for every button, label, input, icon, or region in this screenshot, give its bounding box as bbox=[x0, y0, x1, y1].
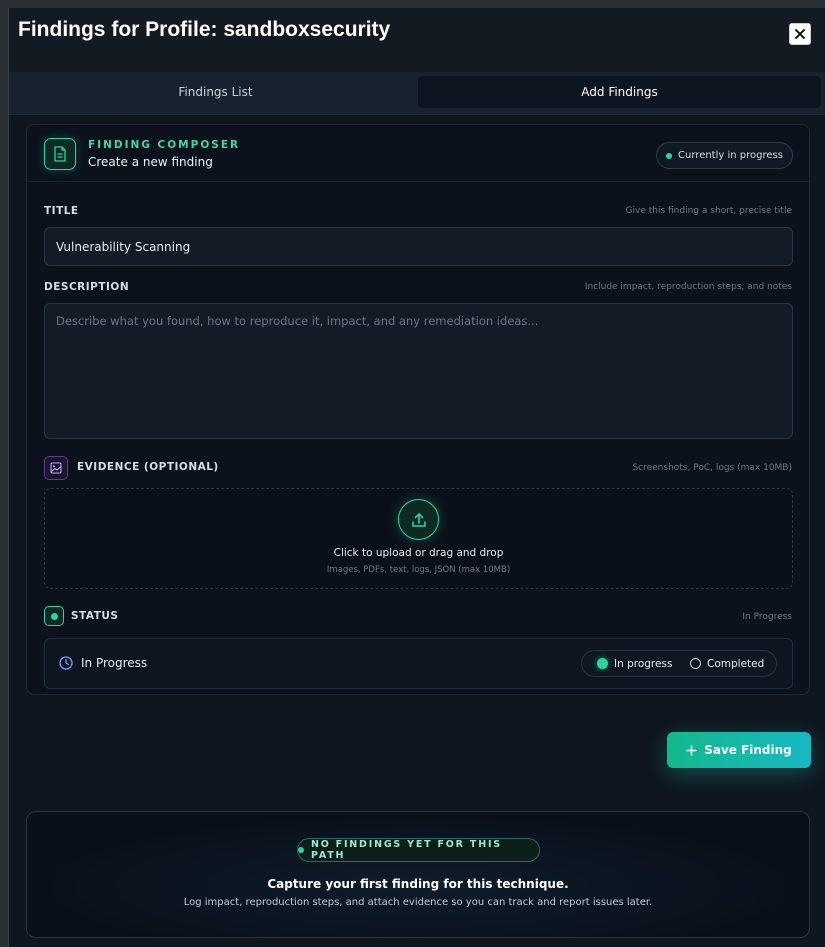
upload-sub-text: Images, PDFs, text, logs, JSON (max 10MB… bbox=[326, 565, 511, 575]
tab-bar: Findings List Add Findings bbox=[9, 72, 825, 115]
status-toggle: In progress Completed bbox=[581, 650, 777, 677]
close-icon bbox=[795, 29, 805, 39]
plus-icon bbox=[686, 744, 697, 756]
status-option-label: In progress bbox=[614, 657, 673, 670]
upload-main-text: Click to upload or drag and drop bbox=[333, 547, 504, 559]
modal-title: Findings for Profile: sandboxsecurity bbox=[18, 18, 391, 41]
empty-state-subtitle: Log impact, reproduction steps, and atta… bbox=[183, 897, 653, 908]
status-dot-icon bbox=[666, 152, 673, 159]
status-option-in-progress[interactable]: In progress bbox=[597, 651, 672, 676]
upload-icon bbox=[411, 512, 426, 527]
empty-state-badge-label: NO FINDINGS YET FOR THIS PATH bbox=[310, 839, 502, 861]
status-option-label: Completed bbox=[707, 657, 765, 670]
empty-state-dot-icon bbox=[298, 847, 304, 853]
status-section-dot-icon bbox=[50, 612, 58, 620]
status-current: In Progress bbox=[81, 656, 148, 670]
title-hint: Give this finding a short, precise title bbox=[625, 206, 792, 216]
image-icon bbox=[50, 462, 62, 474]
empty-state-badge: NO FINDINGS YET FOR THIS PATH bbox=[297, 838, 540, 862]
clock-icon bbox=[59, 656, 73, 670]
empty-state-title: Capture your first finding for this tech… bbox=[267, 877, 569, 891]
composer-header: FINDING COMPOSER Create a new finding Cu… bbox=[27, 125, 809, 182]
status-label: STATUS bbox=[71, 610, 119, 622]
tab-add-findings[interactable]: Add Findings bbox=[418, 76, 821, 108]
status-section-badge bbox=[44, 606, 64, 626]
title-input[interactable]: Vulnerability Scanning bbox=[44, 227, 793, 266]
close-button[interactable] bbox=[789, 23, 811, 45]
status-row: In Progress In progress Completed bbox=[44, 638, 793, 689]
tab-findings-list[interactable]: Findings List bbox=[14, 76, 417, 108]
save-finding-button[interactable]: Save Finding bbox=[667, 732, 811, 768]
evidence-hint: Screenshots, PoC, logs (max 10MB) bbox=[632, 463, 792, 473]
modal-header: Findings for Profile: sandboxsecurity bbox=[9, 8, 825, 72]
radio-unselected-icon bbox=[690, 658, 701, 669]
title-label: TITLE bbox=[44, 205, 79, 217]
status-hint: In Progress bbox=[742, 612, 792, 622]
status-badge-label: Currently in progress bbox=[678, 150, 783, 161]
empty-state-card: NO FINDINGS YET FOR THIS PATH Capture yo… bbox=[26, 811, 810, 938]
composer-subtitle: Create a new finding bbox=[88, 155, 213, 169]
evidence-badge bbox=[44, 456, 68, 480]
finding-composer: FINDING COMPOSER Create a new finding Cu… bbox=[26, 124, 810, 695]
description-textarea[interactable]: Describe what you found, how to reproduc… bbox=[44, 303, 793, 439]
upload-button[interactable] bbox=[398, 499, 439, 540]
composer-kicker: FINDING COMPOSER bbox=[88, 139, 241, 151]
status-badge: Currently in progress bbox=[656, 142, 793, 169]
evidence-dropzone[interactable]: Click to upload or drag and drop Images,… bbox=[44, 488, 793, 589]
description-label: DESCRIPTION bbox=[44, 281, 130, 293]
radio-selected-icon bbox=[597, 658, 608, 669]
evidence-label: EVIDENCE (OPTIONAL) bbox=[77, 461, 219, 473]
save-finding-label: Save Finding bbox=[704, 743, 792, 757]
document-badge bbox=[44, 138, 76, 170]
document-icon bbox=[54, 146, 66, 162]
findings-modal: Findings for Profile: sandboxsecurity Fi… bbox=[8, 8, 825, 947]
status-option-completed[interactable]: Completed bbox=[690, 651, 764, 676]
description-hint: Include impact, reproduction steps, and … bbox=[584, 282, 792, 292]
